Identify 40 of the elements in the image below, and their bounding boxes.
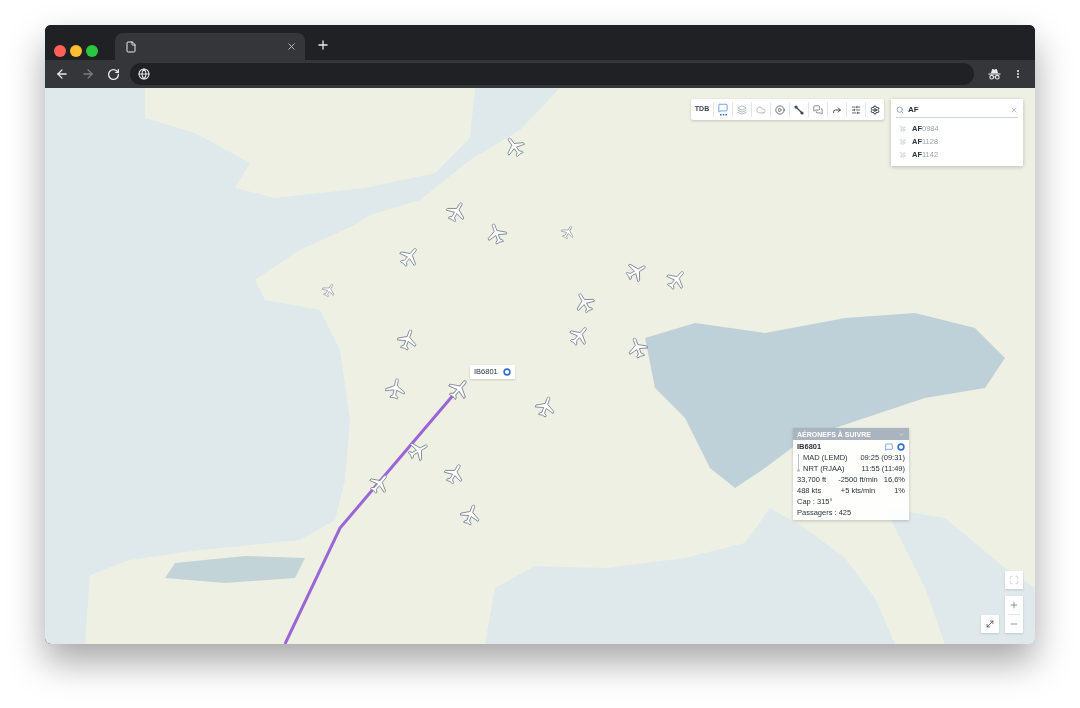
incognito-icon (988, 68, 1001, 80)
clear-search-button[interactable] (1010, 106, 1018, 114)
address-field[interactable] (130, 63, 974, 85)
back-button[interactable] (55, 67, 69, 81)
forward-arrow-icon (81, 67, 95, 81)
expand-button[interactable] (981, 615, 999, 633)
search-icon (896, 106, 904, 114)
cloud-icon (756, 104, 766, 115)
route-timeline-icon (797, 454, 800, 473)
play-circle-icon (775, 104, 785, 115)
close-icon (1010, 106, 1018, 114)
plus-icon (1009, 600, 1019, 610)
globe-icon (138, 68, 150, 80)
arrow-icon (832, 104, 842, 115)
reload-button[interactable] (106, 67, 120, 81)
maximize-window-button[interactable] (86, 44, 98, 57)
airplane-icon (897, 136, 908, 147)
layers-icon (737, 104, 747, 115)
speech-bubble-icon (718, 103, 728, 113)
search-field[interactable]: AF (896, 103, 1018, 118)
sliders-icon (851, 104, 861, 115)
reload-icon (106, 67, 120, 81)
fullscreen-icon (1009, 575, 1019, 585)
ring-icon (502, 368, 511, 376)
connected-dots-icon (794, 104, 804, 115)
new-tab-button[interactable] (316, 38, 330, 52)
speech-bubble-icon[interactable] (885, 442, 893, 451)
settings-icon (870, 104, 880, 115)
document-icon (125, 40, 137, 53)
diagonal-arrows-icon (985, 619, 995, 629)
close-window-button[interactable] (54, 44, 66, 57)
airplane-icon (897, 149, 908, 160)
chat-bubbles-icon (813, 104, 823, 115)
chevron-down-icon (898, 430, 905, 438)
ring-icon (897, 442, 905, 451)
minimize-window-button[interactable] (70, 44, 82, 57)
airplane-icon (897, 123, 908, 134)
close-icon (285, 41, 297, 52)
tab-close-button[interactable] (285, 40, 297, 53)
plus-icon (316, 38, 330, 52)
